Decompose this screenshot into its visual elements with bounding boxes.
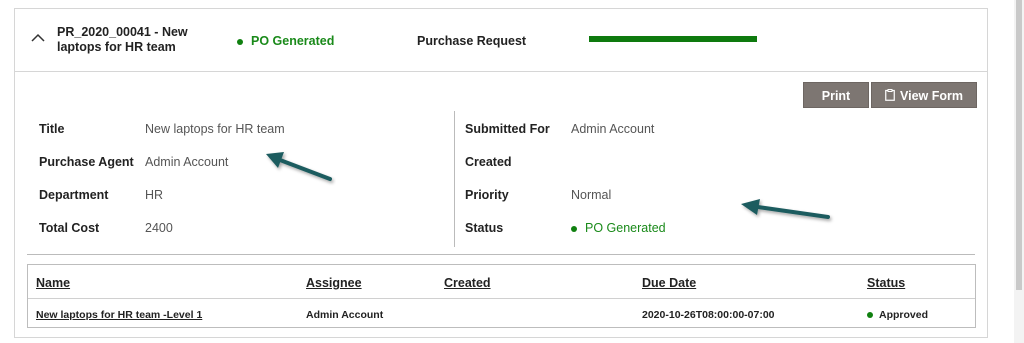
- total-cost-label: Total Cost: [39, 221, 100, 235]
- header-status: PO Generated: [237, 34, 334, 48]
- request-header[interactable]: PR_2020_00041 - New laptops for HR team …: [15, 9, 987, 72]
- view-form-label: View Form: [900, 89, 963, 103]
- column-header-status[interactable]: Status: [867, 276, 905, 290]
- row-name-link[interactable]: New laptops for HR team -Level 1: [36, 309, 202, 321]
- title-label: Title: [39, 122, 65, 136]
- purchase-agent-label: Purchase Agent: [39, 155, 134, 169]
- title-value: New laptops for HR team: [145, 122, 285, 136]
- row-assignee: Admin Account: [306, 309, 384, 321]
- priority-value: Normal: [571, 188, 612, 202]
- approvals-table: Name Assignee Created Due Date Status Ne…: [27, 264, 976, 328]
- view-form-button[interactable]: View Form: [871, 82, 977, 108]
- total-cost-value: 2400: [145, 221, 173, 235]
- details-divider: [454, 111, 455, 247]
- table-header: Name Assignee Created Due Date Status: [28, 265, 975, 299]
- progress-bar: [589, 36, 757, 42]
- priority-label: Priority: [465, 188, 509, 202]
- column-header-name[interactable]: Name: [36, 276, 70, 290]
- print-button[interactable]: Print: [803, 82, 869, 108]
- request-card: PR_2020_00041 - New laptops for HR team …: [14, 8, 988, 338]
- annotation-arrow-icon: [266, 152, 332, 181]
- chevron-up-icon[interactable]: [31, 31, 45, 45]
- created-label: Created: [465, 155, 512, 169]
- status-dot-icon: [237, 38, 243, 45]
- row-status: Approved: [867, 309, 928, 321]
- department-label: Department: [39, 188, 109, 202]
- request-title: PR_2020_00041 - New laptops for HR team: [57, 25, 188, 54]
- column-header-due-date[interactable]: Due Date: [642, 276, 696, 290]
- clipboard-icon: [885, 89, 895, 101]
- approved-dot-icon: [867, 312, 873, 319]
- status-value: PO Generated: [571, 221, 666, 235]
- status-label: Status: [465, 221, 504, 235]
- purchase-agent-value: Admin Account: [145, 155, 229, 169]
- scrollbar-thumb[interactable]: [1016, 0, 1022, 290]
- column-header-assignee[interactable]: Assignee: [306, 276, 362, 290]
- request-type: Purchase Request: [417, 34, 527, 48]
- annotation-arrow-icon: [741, 199, 830, 219]
- header-status-label: PO Generated: [251, 34, 335, 48]
- submitted-for-label: Submitted For: [465, 122, 550, 136]
- row-status-text: Approved: [879, 309, 929, 321]
- status-dot-icon: [571, 225, 577, 232]
- column-header-created[interactable]: Created: [444, 276, 491, 290]
- section-divider: [27, 254, 975, 255]
- submitted-for-value: Admin Account: [571, 122, 655, 136]
- status-value-text: PO Generated: [585, 221, 666, 235]
- row-due-date: 2020-10-26T08:00:00-07:00: [642, 309, 775, 321]
- department-value: HR: [145, 188, 164, 202]
- progress-bar-fill: [589, 36, 757, 42]
